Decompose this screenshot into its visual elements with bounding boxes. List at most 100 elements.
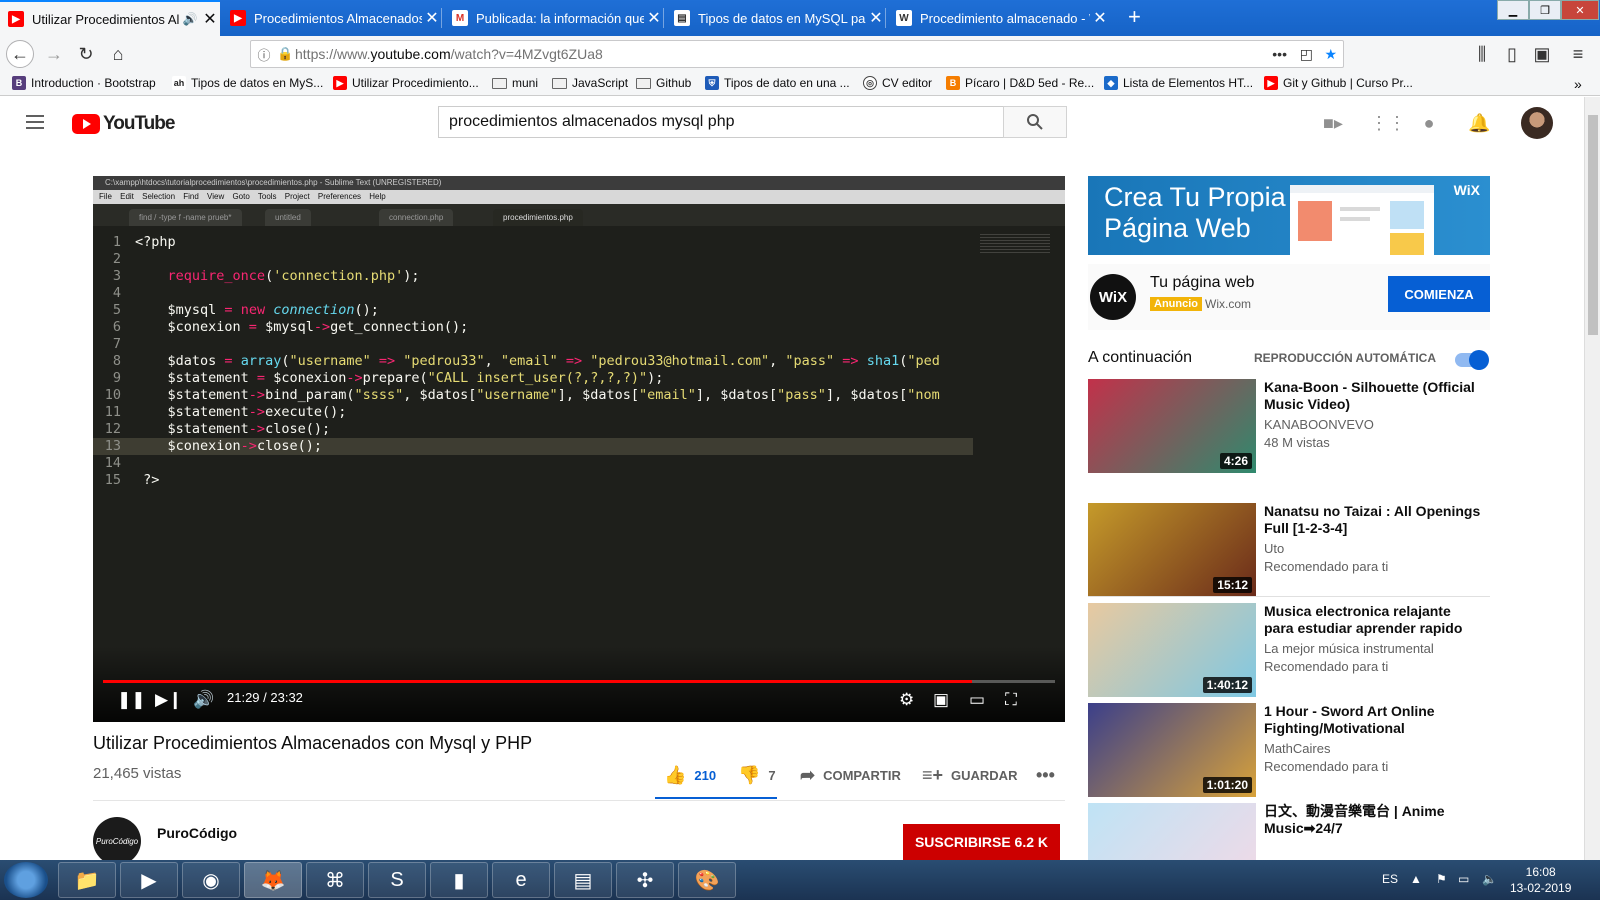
theater-mode-icon[interactable]: ▭ (969, 688, 985, 712)
bookmark-item[interactable]: ah Tipos de datos en MyS... (172, 76, 323, 90)
browser-tab-2[interactable]: ▶ Procedimientos Almacenados I ✕ (222, 0, 442, 36)
restore-icon[interactable]: ❐ (1529, 0, 1561, 20)
menu-icon[interactable] (26, 115, 44, 129)
browser-tab-youtube-video[interactable]: ▶ Utilizar Procedimientos Alm 🔊 ✕ (0, 0, 220, 36)
channel-avatar[interactable]: PuroCódigo (93, 817, 141, 860)
browser-tab-4[interactable]: ▤ Tipos de datos en MySQL para ✕ (666, 0, 886, 36)
bookmark-item[interactable]: ◎ CV editor (863, 76, 932, 90)
miniplayer-icon[interactable]: ▣ (933, 688, 949, 712)
save-button[interactable]: ≡+ GUARDAR (922, 765, 1017, 786)
bookmark-folder[interactable]: JavaScript (552, 76, 628, 90)
browser-tab-5[interactable]: W Procedimiento almacenado - W ✕ (888, 0, 1110, 36)
video-thumbnail[interactable]: 1:40:12 (1088, 603, 1256, 697)
back-arrow-icon[interactable]: ← (6, 40, 34, 68)
tray-expand-icon[interactable]: ▲ (1410, 872, 1422, 886)
bookmark-star-icon[interactable]: ★ (1324, 46, 1337, 63)
chrome-icon[interactable]: ◉ (182, 862, 240, 898)
paint-icon[interactable]: 🎨 (678, 862, 736, 898)
notifications-bell-icon[interactable]: 🔔 (1468, 113, 1490, 135)
xampp-icon[interactable]: ✣ (616, 862, 674, 898)
info-icon[interactable]: ⓘ (251, 45, 277, 64)
sublime-text-icon[interactable]: S (368, 862, 426, 898)
close-window-icon[interactable]: ✕ (1561, 0, 1599, 20)
scrollbar-thumb[interactable] (1588, 115, 1598, 335)
pause-icon[interactable]: ❚❚ (117, 688, 146, 712)
youtube-logo[interactable]: YouTube (72, 113, 175, 135)
account-avatar[interactable] (1521, 107, 1553, 139)
apps-grid-icon[interactable]: ⋮⋮ (1370, 113, 1406, 135)
dislike-button[interactable]: 👎 7 (738, 765, 776, 786)
wix-logo-icon[interactable]: WiX (1090, 274, 1136, 320)
close-tab-icon[interactable]: ✕ (644, 8, 664, 28)
speaker-icon[interactable]: 🔊 (180, 12, 200, 26)
extension-icon[interactable]: ▣ (1528, 40, 1556, 68)
recommended-video[interactable]: 4:26 Kana-Boon - Silhouette (Official Mus… (1088, 379, 1490, 473)
bookmark-item[interactable]: ◆ Lista de Elementos HT... (1104, 76, 1253, 90)
terminal-icon[interactable]: ▮ (430, 862, 488, 898)
sidebar-icon[interactable]: ▯ (1498, 40, 1526, 68)
close-tab-icon[interactable]: ✕ (1090, 8, 1110, 28)
recommended-video[interactable]: 日文、動漫音樂電台 | Anime Music➡24/7 (1088, 803, 1490, 860)
like-button[interactable]: 👍 210 (664, 765, 716, 786)
channel-name[interactable]: PuroCódigo (157, 825, 237, 841)
video-thumbnail[interactable]: 15:12 (1088, 503, 1256, 597)
recommended-title[interactable]: 1 Hour - Sword Art Online Fighting/Motiv… (1264, 703, 1484, 737)
recommended-title[interactable]: Musica electronica relajante para estudi… (1264, 603, 1484, 637)
bookmark-item[interactable]: B Pícaro | D&D 5ed - Re... (946, 76, 1094, 90)
close-tab-icon[interactable]: ✕ (200, 9, 220, 29)
sticky-notes-icon[interactable]: ▤ (554, 862, 612, 898)
volume-tray-icon[interactable]: 🔈 (1482, 872, 1497, 886)
home-icon[interactable]: ⌂ (104, 40, 132, 68)
flag-icon[interactable]: ⚑ (1436, 872, 1447, 886)
pocket-icon[interactable]: ◰ (1300, 46, 1313, 63)
messages-icon[interactable]: ● (1418, 113, 1440, 135)
ad-cta-button[interactable]: COMIENZA (1388, 276, 1490, 312)
recommended-video[interactable]: 1:40:12 Musica electronica relajante para… (1088, 603, 1490, 697)
video-thumbnail[interactable] (1088, 803, 1256, 860)
forward-arrow-icon[interactable]: → (40, 40, 68, 68)
bookmark-folder[interactable]: muni (492, 76, 538, 90)
recommended-title[interactable]: Nanatsu no Taizai : All Openings Full [1… (1264, 503, 1484, 537)
ad-banner[interactable]: Crea Tu Propia Página Web WiX (1088, 176, 1490, 255)
internet-explorer-icon[interactable]: e (492, 862, 550, 898)
next-icon[interactable]: ▶❙ (155, 688, 182, 712)
recommended-video[interactable]: 15:12 Nanatsu no Taizai : All Openings Fu… (1088, 503, 1490, 597)
firefox-icon[interactable]: 🦊 (244, 862, 302, 898)
autoplay-toggle[interactable] (1455, 350, 1489, 370)
search-button[interactable] (1003, 106, 1067, 138)
url-bar[interactable]: ⓘ 🔒 https://www. youtube.com/watch?v=4MZv… (250, 40, 1344, 68)
library-icon[interactable]: ⫼ (1468, 40, 1496, 68)
search-input[interactable]: procedimientos almacenados mysql php (438, 106, 1004, 138)
settings-gear-icon[interactable]: ⚙ (899, 688, 914, 712)
bookmark-item[interactable]: ⛨ Tipos de dato en una ... (705, 76, 850, 90)
more-bookmarks-icon[interactable]: » (1574, 76, 1582, 92)
reload-icon[interactable]: ↻ (72, 40, 100, 68)
file-explorer-icon[interactable]: 📁 (58, 862, 116, 898)
bookmark-item[interactable]: B Introduction · Bootstrap (12, 76, 156, 90)
progress-bar[interactable] (103, 680, 1055, 683)
minimize-icon[interactable]: ▁ (1497, 0, 1529, 20)
recommended-video[interactable]: 1:01:20 1 Hour - Sword Art Online Fightin… (1088, 703, 1490, 797)
volume-icon[interactable]: 🔊 (193, 688, 214, 712)
recommended-title[interactable]: Kana-Boon - Silhouette (Official Music V… (1264, 379, 1484, 413)
video-thumbnail[interactable]: 4:26 (1088, 379, 1256, 473)
menu-icon[interactable]: ≡ (1564, 40, 1592, 68)
close-tab-icon[interactable]: ✕ (422, 8, 442, 28)
media-player-icon[interactable]: ▶ (120, 862, 178, 898)
ad-title[interactable]: Tu página web (1150, 274, 1254, 292)
close-tab-icon[interactable]: ✕ (866, 8, 886, 28)
browser-tab-3[interactable]: M Publicada: la información que ✕ (444, 0, 664, 36)
system-clock[interactable]: 16:08 13-02-2019 (1510, 864, 1571, 896)
bookmark-item[interactable]: ▶ Utilizar Procedimiento... (333, 76, 479, 90)
subscribe-button[interactable]: SUSCRIBIRSE 6.2 K (903, 824, 1060, 860)
vscode-icon[interactable]: ⌘ (306, 862, 364, 898)
windows-start-icon[interactable] (4, 862, 48, 898)
more-actions-icon[interactable]: ••• (1036, 765, 1055, 786)
recommended-title[interactable]: 日文、動漫音樂電台 | Anime Music➡24/7 (1264, 803, 1484, 837)
video-player[interactable]: C:\xampp\htdocs\tutorialprocedimientos\p… (93, 176, 1065, 722)
fullscreen-icon[interactable]: ⛶ (1005, 688, 1017, 712)
share-button[interactable]: ➦ COMPARTIR (800, 765, 901, 786)
create-video-icon[interactable]: ■▸ (1322, 113, 1344, 135)
network-icon[interactable]: ▭ (1458, 872, 1469, 886)
bookmark-folder[interactable]: Github (636, 76, 691, 90)
